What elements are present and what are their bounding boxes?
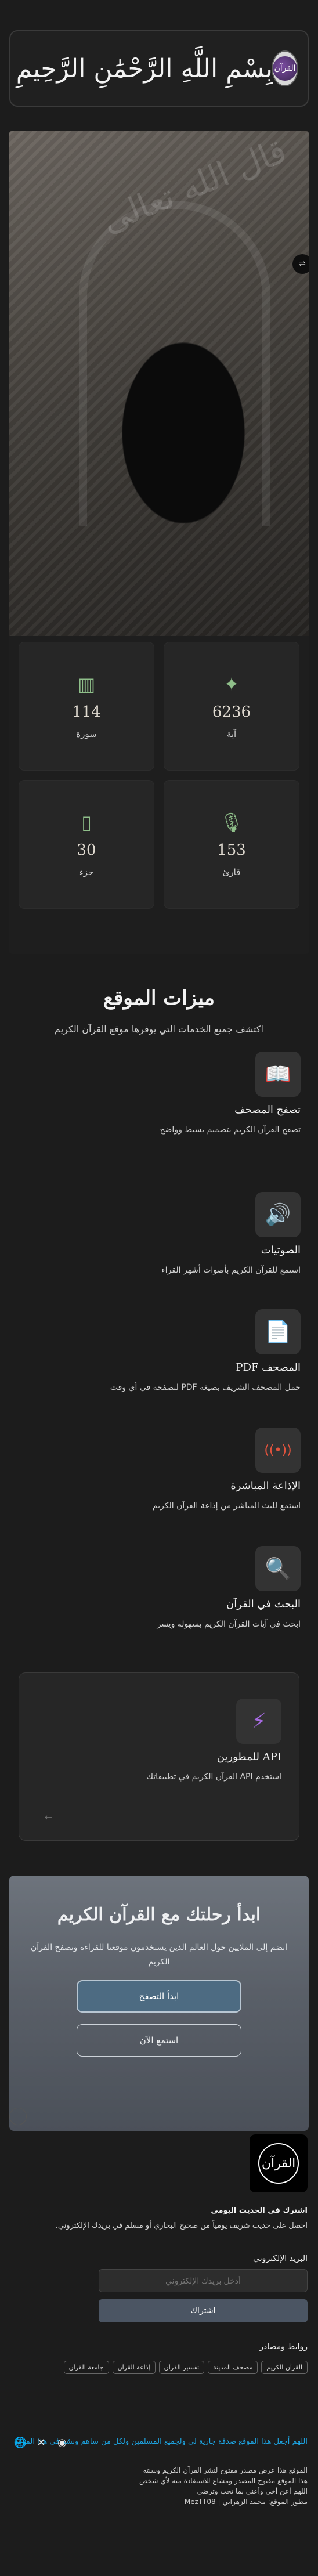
site-header: القرآن بِسْمِ اللَّهِ الرَّحْمَٰنِ الرَّ…	[9, 30, 309, 107]
features-subtitle: اكتشف جميع الخدمات التي يوفرها موقع القر…	[55, 1024, 263, 1035]
stat-card-ayat: ✦ 6236 آية	[164, 642, 299, 771]
github-icon[interactable]: ◉	[56, 2436, 68, 2449]
start-browsing-button[interactable]: ابدأ التصفح	[77, 1980, 241, 2013]
footer-link[interactable]: القرآن الكريم	[261, 2361, 308, 2374]
open-book-icon: 📖	[255, 1052, 301, 1097]
feature-title: الصوتيات	[261, 1244, 301, 1256]
feature-desc: حمل المصحف الشريف بصيغة PDF لتصفحه في أي…	[110, 1383, 301, 1392]
feature-title: تصفح المصحف	[234, 1104, 301, 1116]
feature-title: المصحف PDF	[236, 1361, 301, 1374]
footer-links: القرآن الكريم مصحف المدينة تفسير القرآن …	[63, 2361, 308, 2374]
feature-desc: استخدم API القرآن الكريم في تطبيقاتك	[146, 1772, 281, 1782]
globe-icon[interactable]: 🌐	[14, 2436, 27, 2449]
microphone-icon: 🎙	[219, 811, 244, 833]
x-icon[interactable]: ✕	[35, 2436, 48, 2449]
subscribe-button[interactable]: اشتراك	[99, 2299, 308, 2322]
speaker-icon: 🔊	[255, 1192, 301, 1237]
hero-section: قال الله تعالى ⇌ ✦ 6236 آية ▥ 114 سورة 🎙…	[9, 131, 309, 954]
page: القرآن بِسْمِ اللَّهِ الرَّحْمَٰنِ الرَّ…	[0, 0, 318, 2576]
feature-desc: تصفح القرآن الكريم بتصميم بسيط وواضح	[160, 1125, 301, 1135]
stat-label: آية	[226, 729, 237, 739]
feature-desc: استمع للقرآن الكريم بأصوات أشهر القراء	[161, 1266, 301, 1275]
site-logo[interactable]: القرآن	[273, 52, 297, 85]
footer-notes: الموقع هذا عرض مصدر مفتوح لنشر القرآن ال…	[12, 2465, 308, 2507]
footer-line: الموقع هذا عرض مصدر مفتوح لنشر القرآن ال…	[143, 2466, 308, 2474]
feature-mushaf[interactable]: 📖 تصفح المصحف تصفح القرآن الكريم بتصميم …	[16, 1052, 301, 1135]
footer-link[interactable]: تفسير القرآن	[158, 2361, 205, 2374]
email-label: البريد الإلكتروني	[253, 2254, 308, 2263]
stat-value: 6236	[212, 703, 251, 721]
stat-card-surah: ▥ 114 سورة	[19, 642, 154, 771]
feature-desc: ابحث في آيات القرآن الكريم بسهولة ويسر	[157, 1620, 301, 1629]
arch-decoration	[79, 201, 270, 526]
stats-grid: ✦ 6236 آية ▥ 114 سورة 🎙 153 قارئ ▯ 30 جز…	[19, 642, 299, 909]
document-icon: 📄	[255, 1309, 301, 1354]
arrow-left-icon[interactable]: ←	[45, 1812, 52, 1823]
footer-line: مطور الموقع: محمد الزهراني | MezTT08	[184, 2498, 308, 2506]
cta-section: ابدأ رحلتك مع القرآن الكريم انضم إلى الم…	[9, 1876, 309, 2131]
stat-card-reciters: 🎙 153 قارئ	[164, 780, 299, 909]
stat-label: جزء	[79, 867, 94, 877]
footer-logo[interactable]: القرآن	[250, 2134, 308, 2192]
stat-value: 153	[217, 841, 246, 859]
search-icon: 🔍	[255, 1546, 301, 1591]
footer-line: اللهم أعن أخي وأعني بما تحب وترضى	[197, 2487, 308, 2495]
social-links: 🌐 ✕ ◉	[14, 2436, 68, 2449]
direction-toggle-button[interactable]: ⇌	[292, 254, 309, 274]
footer-line: هذا الموقع مفتوح المصدر ومشاع للاستفادة …	[139, 2477, 308, 2485]
scroll-indicator[interactable]	[9, 2108, 27, 2125]
feature-audio[interactable]: 🔊 الصوتيات استمع للقرآن الكريم بأصوات أش…	[16, 1192, 301, 1275]
cta-subtitle: انضم إلى الملايين حول العالم الذين يستخد…	[30, 1943, 288, 1967]
broadcast-icon: ((•))	[255, 1428, 301, 1473]
cta-heading: ابدأ رحلتك مع القرآن الكريم	[57, 1905, 261, 1925]
links-title: روابط ومصادر	[259, 2342, 308, 2351]
email-input[interactable]	[99, 2269, 308, 2292]
stat-value: 114	[72, 703, 101, 721]
book-open-icon: ▯	[81, 811, 92, 833]
stat-label: سورة	[76, 729, 97, 739]
feature-radio[interactable]: ((•)) الإذاعة المباشرة استمع للبث المباش…	[16, 1428, 301, 1511]
stat-card-juz: ▯ 30 جزء	[19, 780, 154, 909]
subscribe-title: اشترك في الحديث اليومي	[211, 2206, 308, 2215]
bolt-icon: ⚡	[236, 1699, 281, 1744]
footer-link[interactable]: جامعة القرآن	[63, 2361, 109, 2374]
feature-title: الإذاعة المباشرة	[230, 1480, 301, 1492]
logo-emblem: القرآن	[273, 56, 297, 81]
feature-api-card[interactable]: ⚡ API للمطورين استخدم API القرآن الكريم …	[19, 1672, 299, 1841]
footer-link[interactable]: إذاعة القرآن	[112, 2361, 156, 2374]
footer-logo-emblem: القرآن	[258, 2143, 299, 2184]
feature-search[interactable]: 🔍 البحث في القرآن ابحث في آيات القرآن ال…	[16, 1546, 301, 1629]
feature-title: API للمطورين	[216, 1751, 281, 1763]
sparkle-icon: ✦	[223, 673, 240, 695]
basmala-calligraphy: بِسْمِ اللَّهِ الرَّحْمَٰنِ الرَّحِيمِ	[16, 53, 273, 84]
subscribe-description: احصل على حديث شريف يومياً من صحيح البخار…	[55, 2221, 308, 2230]
features-title: ميزات الموقع	[103, 987, 215, 1010]
stat-label: قارئ	[222, 867, 241, 877]
listen-now-button[interactable]: استمع الآن	[77, 2024, 241, 2057]
feature-desc: استمع للبث المباشر من إذاعة القرآن الكري…	[152, 1501, 301, 1511]
feature-pdf[interactable]: 📄 المصحف PDF حمل المصحف الشريف بصيغة PDF…	[16, 1309, 301, 1392]
stat-value: 30	[77, 841, 96, 859]
feature-title: البحث في القرآن	[226, 1598, 301, 1610]
footer-link[interactable]: مصحف المدينة	[208, 2361, 258, 2374]
mosque-background-image: قال الله تعالى	[9, 131, 309, 636]
book-icon: ▥	[77, 673, 96, 695]
